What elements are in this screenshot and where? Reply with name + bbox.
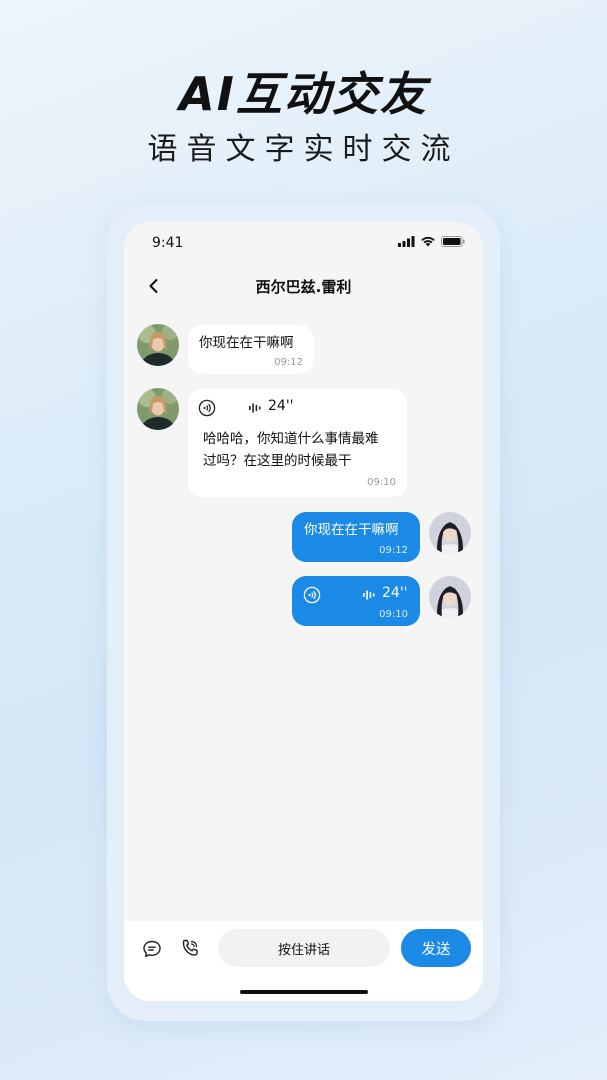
waveform-icon: [249, 403, 261, 413]
message-bubble-outgoing[interactable]: 你现在在干嘛啊 09:12: [292, 512, 420, 562]
voice-transcript-line-2: 过吗？在这里的时候最干: [203, 453, 352, 469]
voice-duration: 24'': [382, 585, 408, 601]
contact-avatar[interactable]: [137, 388, 179, 430]
home-indicator[interactable]: [240, 990, 368, 994]
chat-header: 西尔巴兹.雷利: [124, 270, 483, 304]
message-text: 你现在在干嘛啊: [199, 335, 294, 351]
status-bar: 9:41: [124, 222, 483, 266]
chat-title: 西尔巴兹.雷利: [255, 278, 352, 296]
message-time: 09:10: [379, 609, 408, 620]
hold-to-talk-button[interactable]: 按住讲话: [218, 929, 390, 967]
contact-avatar[interactable]: [137, 324, 179, 366]
signal-icon: [398, 236, 415, 247]
waveform-icon: [363, 590, 375, 600]
voice-transcript-line-1: 哈哈哈，你知道什么事情最难: [203, 431, 379, 447]
send-button[interactable]: 发送: [401, 929, 471, 967]
voice-message-incoming[interactable]: 24'' 哈哈哈，你知道什么事情最难 过吗？在这里的时候最干 09:10: [188, 389, 407, 497]
phone-icon[interactable]: [180, 938, 200, 958]
wifi-icon: [421, 236, 435, 247]
voice-duration: 24'': [268, 398, 294, 414]
user-avatar[interactable]: [429, 576, 471, 618]
voice-play-icon[interactable]: [303, 586, 321, 604]
user-avatar[interactable]: [429, 512, 471, 554]
status-time: 9:41: [152, 235, 184, 251]
battery-icon: [441, 236, 465, 247]
message-text: 你现在在干嘛啊: [304, 522, 399, 538]
hero-title: AI互动交友: [179, 67, 428, 121]
phone-screen: 9:41 西尔巴兹.雷利 你现在在干嘛啊 09:12 24'' 哈哈哈，你知道什…: [124, 222, 483, 1001]
message-time: 09:12: [379, 545, 408, 556]
message-bubble-incoming[interactable]: 你现在在干嘛啊 09:12: [188, 325, 314, 374]
voice-play-icon[interactable]: [198, 399, 216, 417]
chat-icon[interactable]: [142, 939, 162, 959]
voice-message-outgoing[interactable]: 24'' 09:10: [292, 576, 420, 626]
hero-subtitle: 语音文字实时交流: [147, 132, 460, 167]
message-time: 09:12: [274, 357, 303, 368]
input-bar: 按住讲话 发送: [124, 921, 483, 1001]
status-icons: [398, 236, 465, 247]
message-time: 09:10: [367, 477, 396, 488]
